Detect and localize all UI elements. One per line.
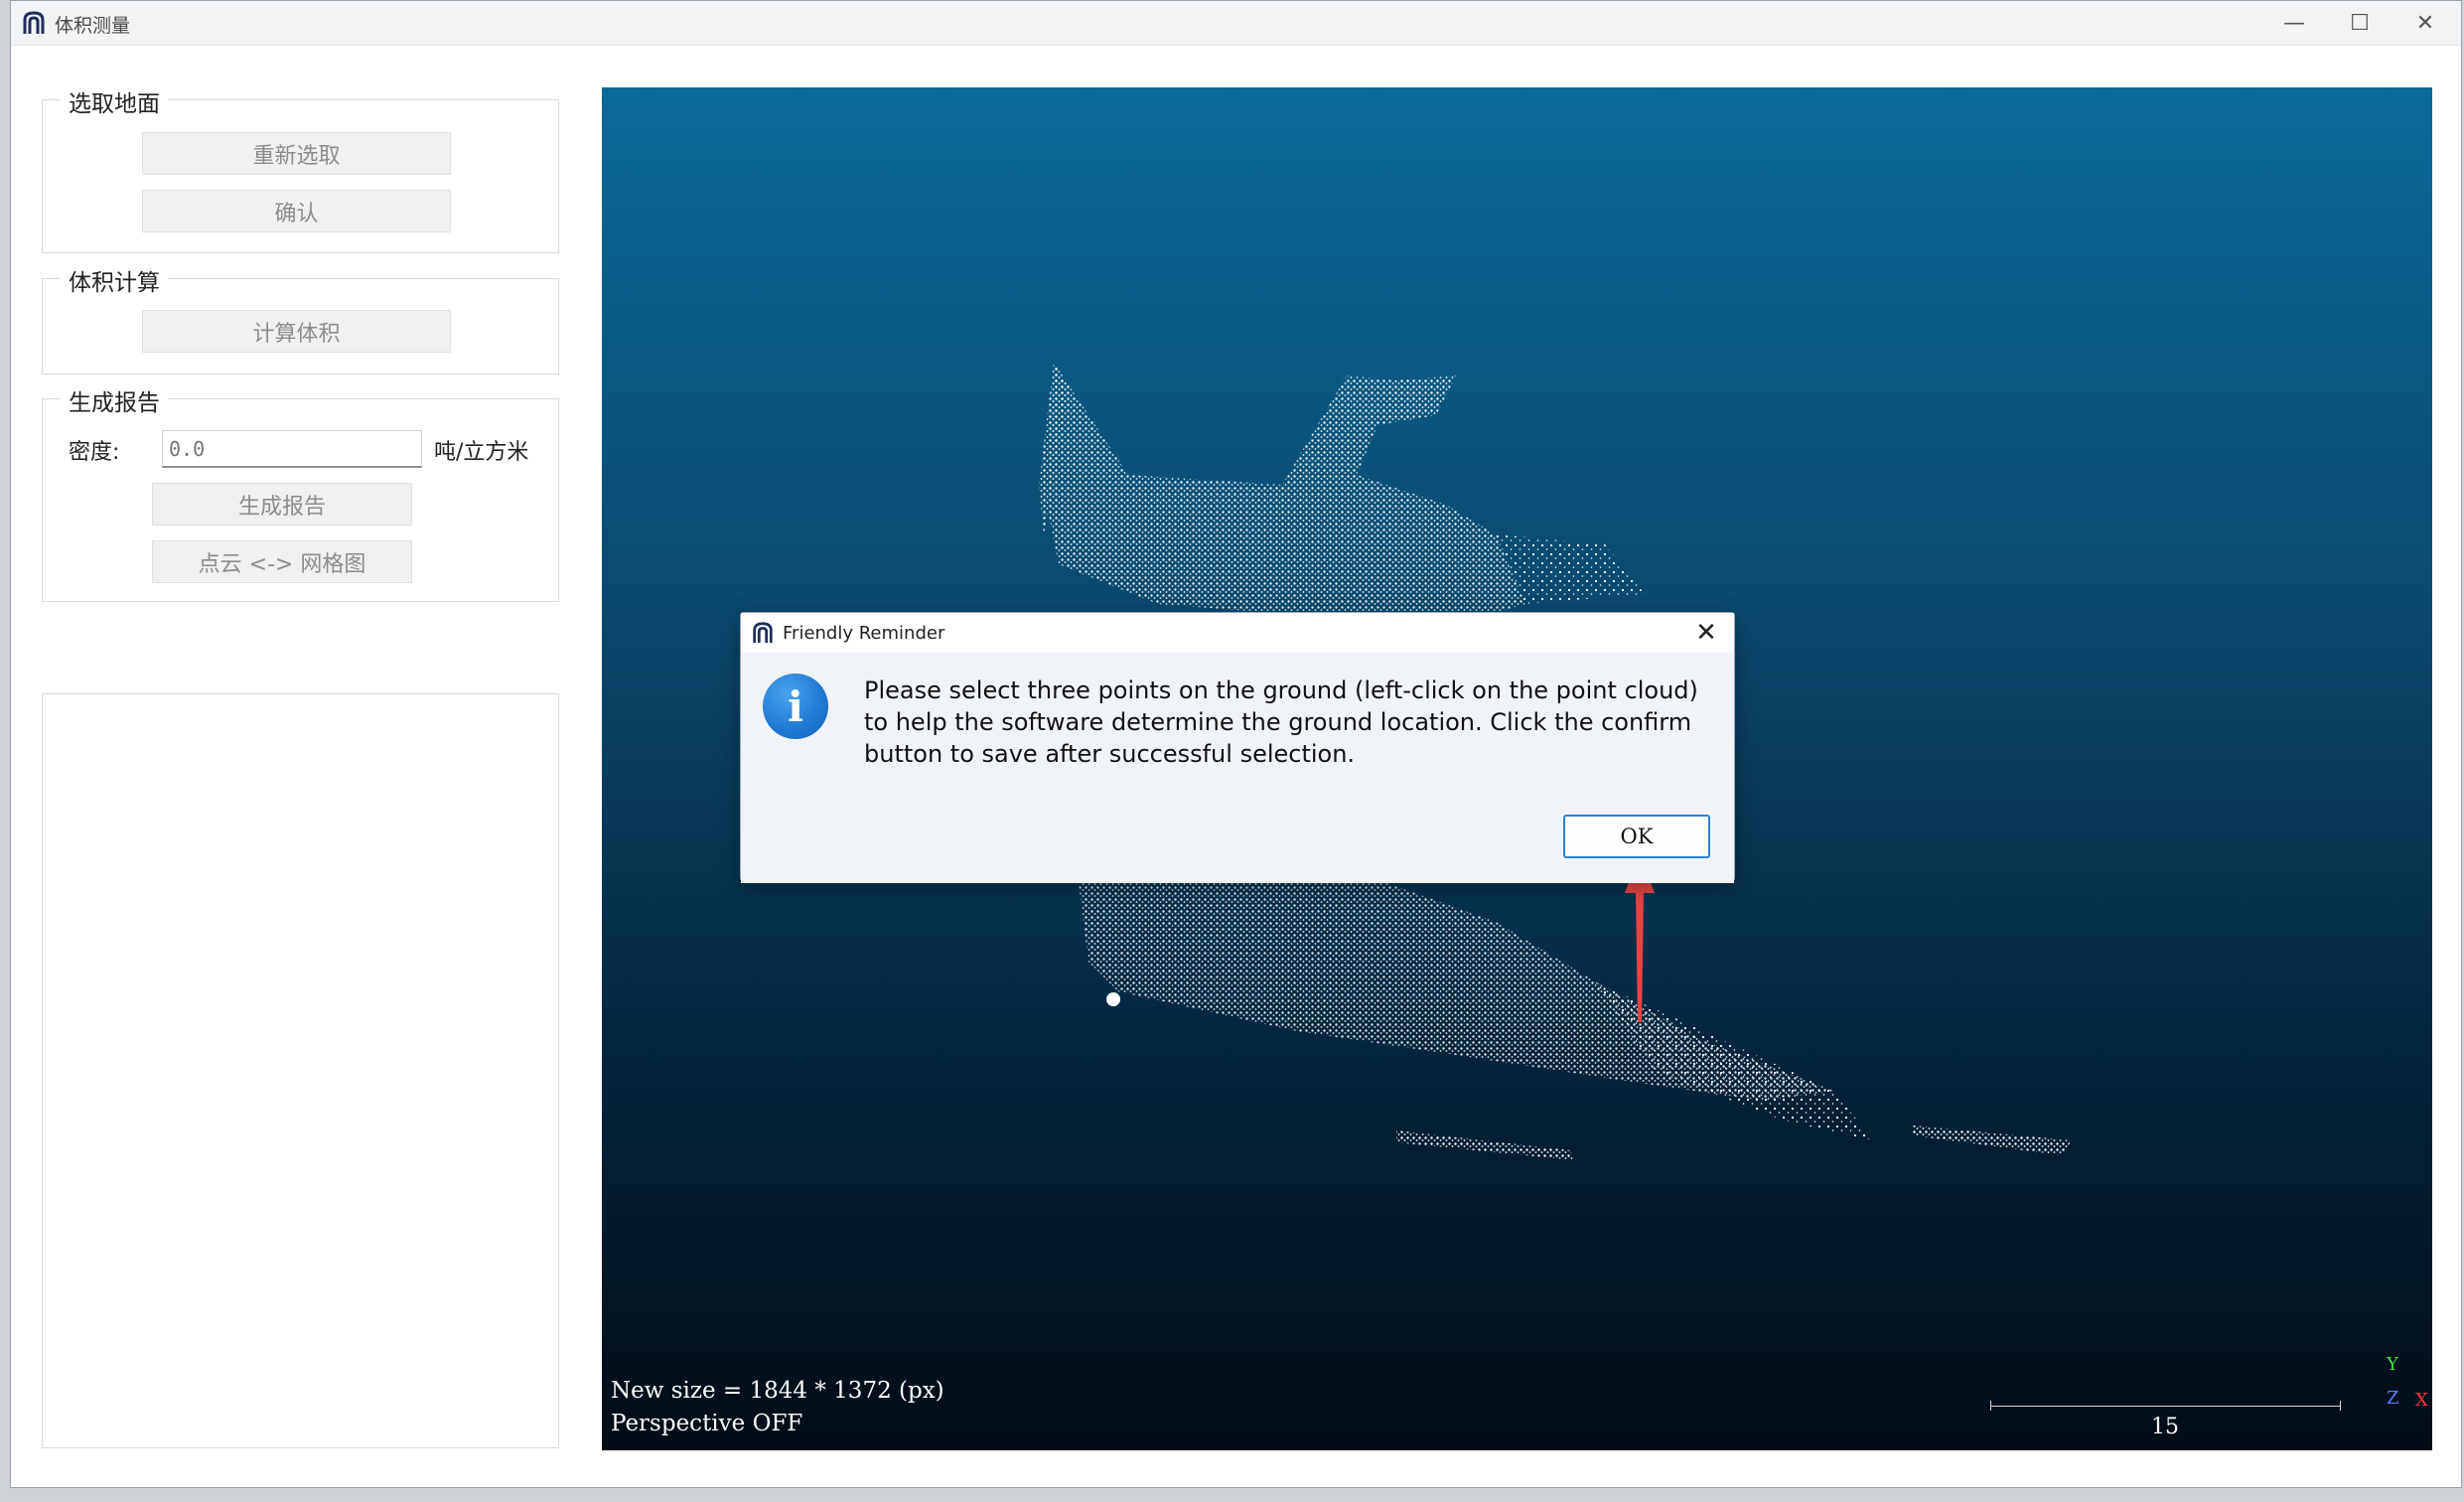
scale-tick-right — [2340, 1401, 2341, 1411]
ground-group-title: 选取地面 — [61, 84, 168, 118]
compute-volume-button[interactable]: 计算体积 — [142, 310, 451, 353]
size-readout: New size = 1844 * 1372 (px) — [611, 1378, 944, 1404]
annotation-arrow — [1625, 853, 1655, 1022]
app-icon — [753, 622, 773, 644]
generate-report-button[interactable]: 生成报告 — [152, 483, 412, 526]
close-window-button[interactable]: ✕ — [2393, 1, 2457, 45]
toggle-view-button[interactable]: 点云 <-> 网格图 — [152, 540, 412, 583]
axis-x-label: X — [2415, 1390, 2428, 1411]
volume-group-title: 体积计算 — [61, 263, 168, 297]
info-icon: i — [763, 674, 828, 739]
axis-y-label: Y — [2387, 1354, 2398, 1375]
axis-z-label: Z — [2387, 1388, 2399, 1409]
dialog-title-bar: Friendly Reminder ✕ — [741, 613, 1734, 653]
minimize-button[interactable]: — — [2262, 1, 2326, 45]
report-group-title: 生成报告 — [61, 383, 168, 417]
window-title: 体积测量 — [55, 15, 131, 37]
scale-bar — [1990, 1406, 2341, 1407]
perspective-readout: Perspective OFF — [611, 1411, 803, 1436]
dialog-title: Friendly Reminder — [783, 623, 945, 644]
dialog-message: Please select three points on the ground… — [864, 676, 1698, 768]
scale-tick-left — [1990, 1401, 1991, 1411]
density-label: 密度: — [69, 440, 120, 465]
maximize-button[interactable]: ☐ — [2328, 1, 2392, 45]
app-icon — [23, 11, 45, 34]
density-unit: 吨/立方米 — [434, 440, 529, 465]
info-panel — [42, 693, 559, 1448]
dialog-close-button[interactable]: ✕ — [1684, 613, 1728, 653]
title-bar: 体积测量 — ☐ ✕ — [11, 1, 2461, 46]
reselect-button[interactable]: 重新选取 — [142, 132, 451, 175]
scale-label: 15 — [2151, 1415, 2179, 1439]
density-input[interactable] — [162, 430, 422, 468]
ok-button[interactable]: OK — [1563, 815, 1710, 858]
confirm-button[interactable]: 确认 — [142, 190, 451, 232]
reminder-dialog: Friendly Reminder ✕ i Please select thre… — [740, 612, 1735, 883]
